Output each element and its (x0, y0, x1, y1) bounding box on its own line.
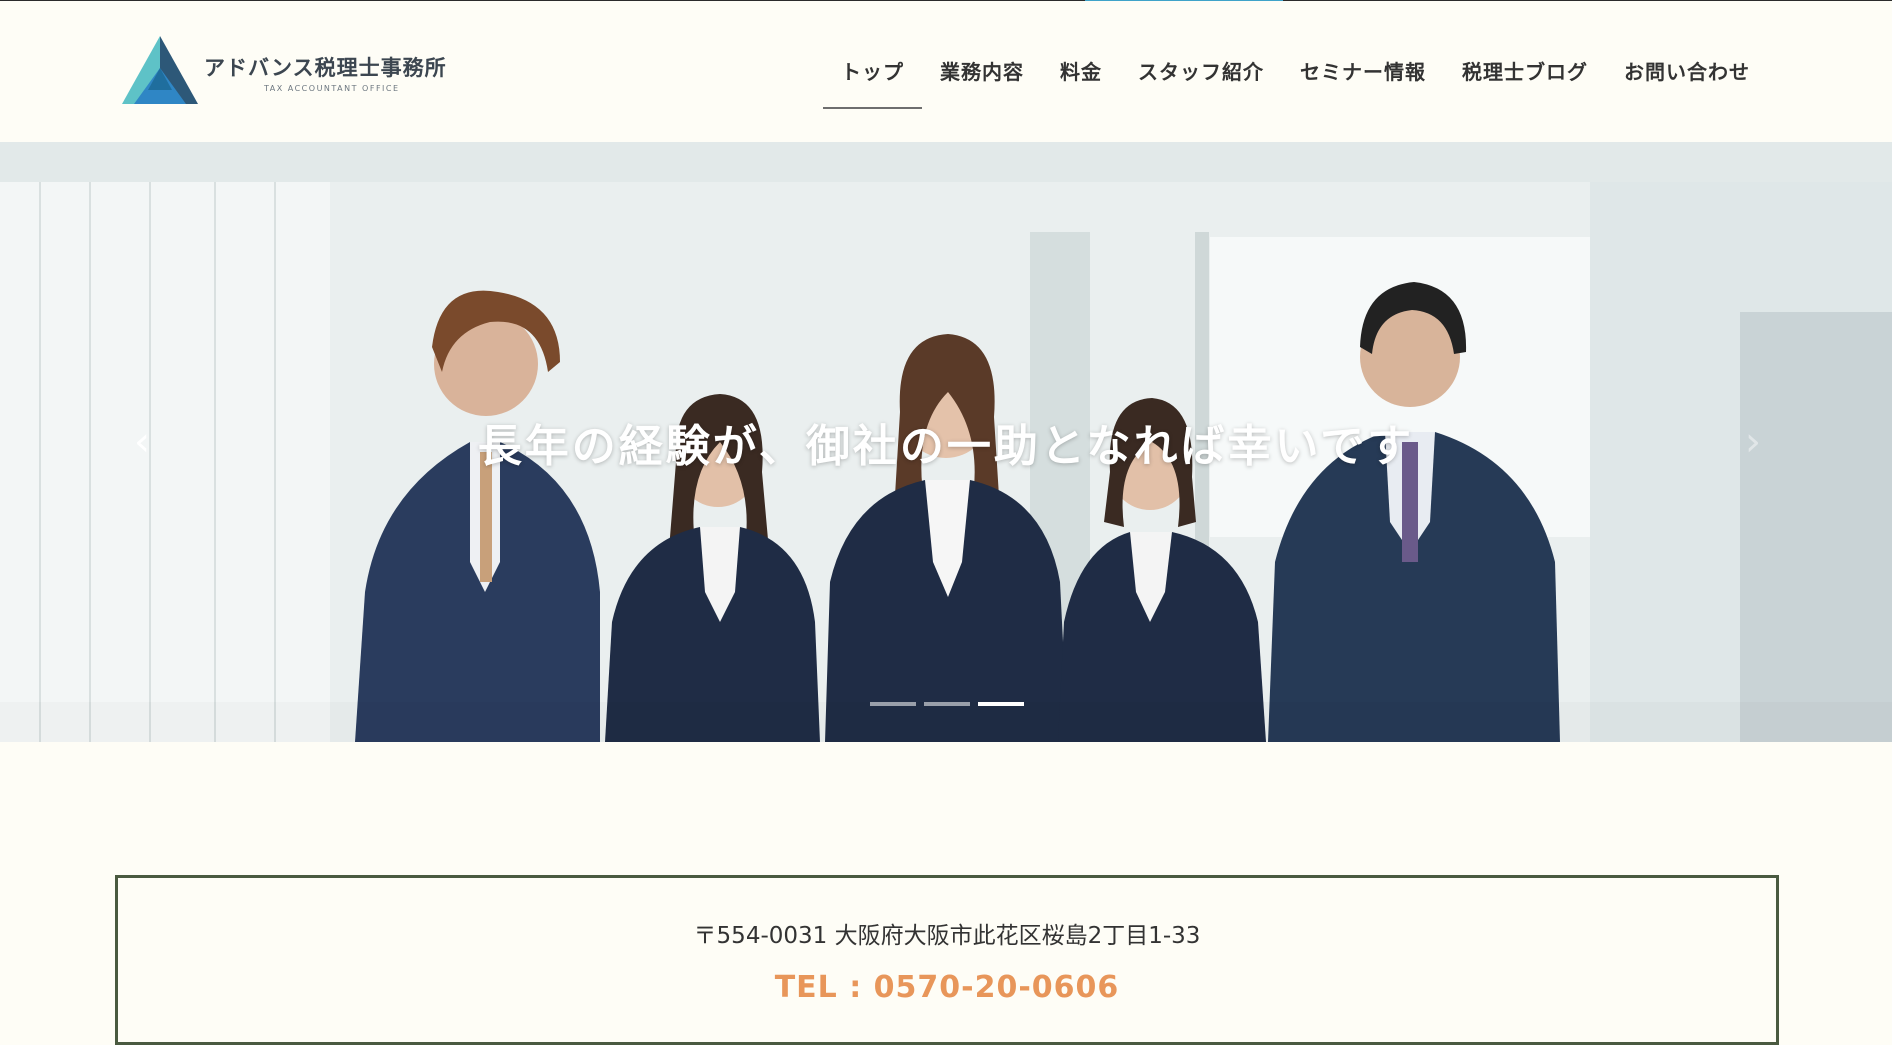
nav-item-contact[interactable]: お問い合わせ (1606, 59, 1768, 109)
slider-dot-3[interactable] (978, 702, 1024, 706)
nav-item-services[interactable]: 業務内容 (922, 59, 1042, 109)
phone-link[interactable]: TEL : 0570-20-0606 (118, 970, 1776, 1005)
nav-item-seminars[interactable]: セミナー情報 (1282, 59, 1444, 109)
slider-dot-1[interactable] (870, 702, 916, 706)
site-logo[interactable]: アドバンス税理士事務所 TAX ACCOUNTANT OFFICE (118, 34, 478, 106)
main-nav: トップ 業務内容 料金 スタッフ紹介 セミナー情報 税理士ブログ お問い合わせ (823, 59, 1768, 109)
site-header: アドバンス税理士事務所 TAX ACCOUNTANT OFFICE トップ 業務… (0, 1, 1892, 142)
nav-item-top[interactable]: トップ (823, 59, 922, 109)
triangle-logo-icon (122, 36, 198, 104)
contact-box: 〒554-0031 大阪府大阪市此花区桜島2丁目1-33 TEL : 0570-… (115, 875, 1779, 1045)
nav-item-pricing[interactable]: 料金 (1042, 59, 1120, 109)
hero-slider: ‹ › 長年の経験が、御社の一助となれば幸いです (0, 142, 1892, 742)
hero-caption: 長年の経験が、御社の一助となれば幸いです (477, 421, 1415, 472)
nav-item-blog[interactable]: 税理士ブログ (1444, 59, 1606, 109)
nav-item-staff[interactable]: スタッフ紹介 (1120, 59, 1282, 109)
slider-dot-2[interactable] (924, 702, 970, 706)
logo-subtitle: TAX ACCOUNTANT OFFICE (264, 84, 400, 93)
office-address: 〒554-0031 大阪府大阪市此花区桜島2丁目1-33 (693, 923, 1201, 949)
slider-indicators (870, 702, 1032, 706)
logo-title: アドバンス税理士事務所 (204, 56, 447, 80)
